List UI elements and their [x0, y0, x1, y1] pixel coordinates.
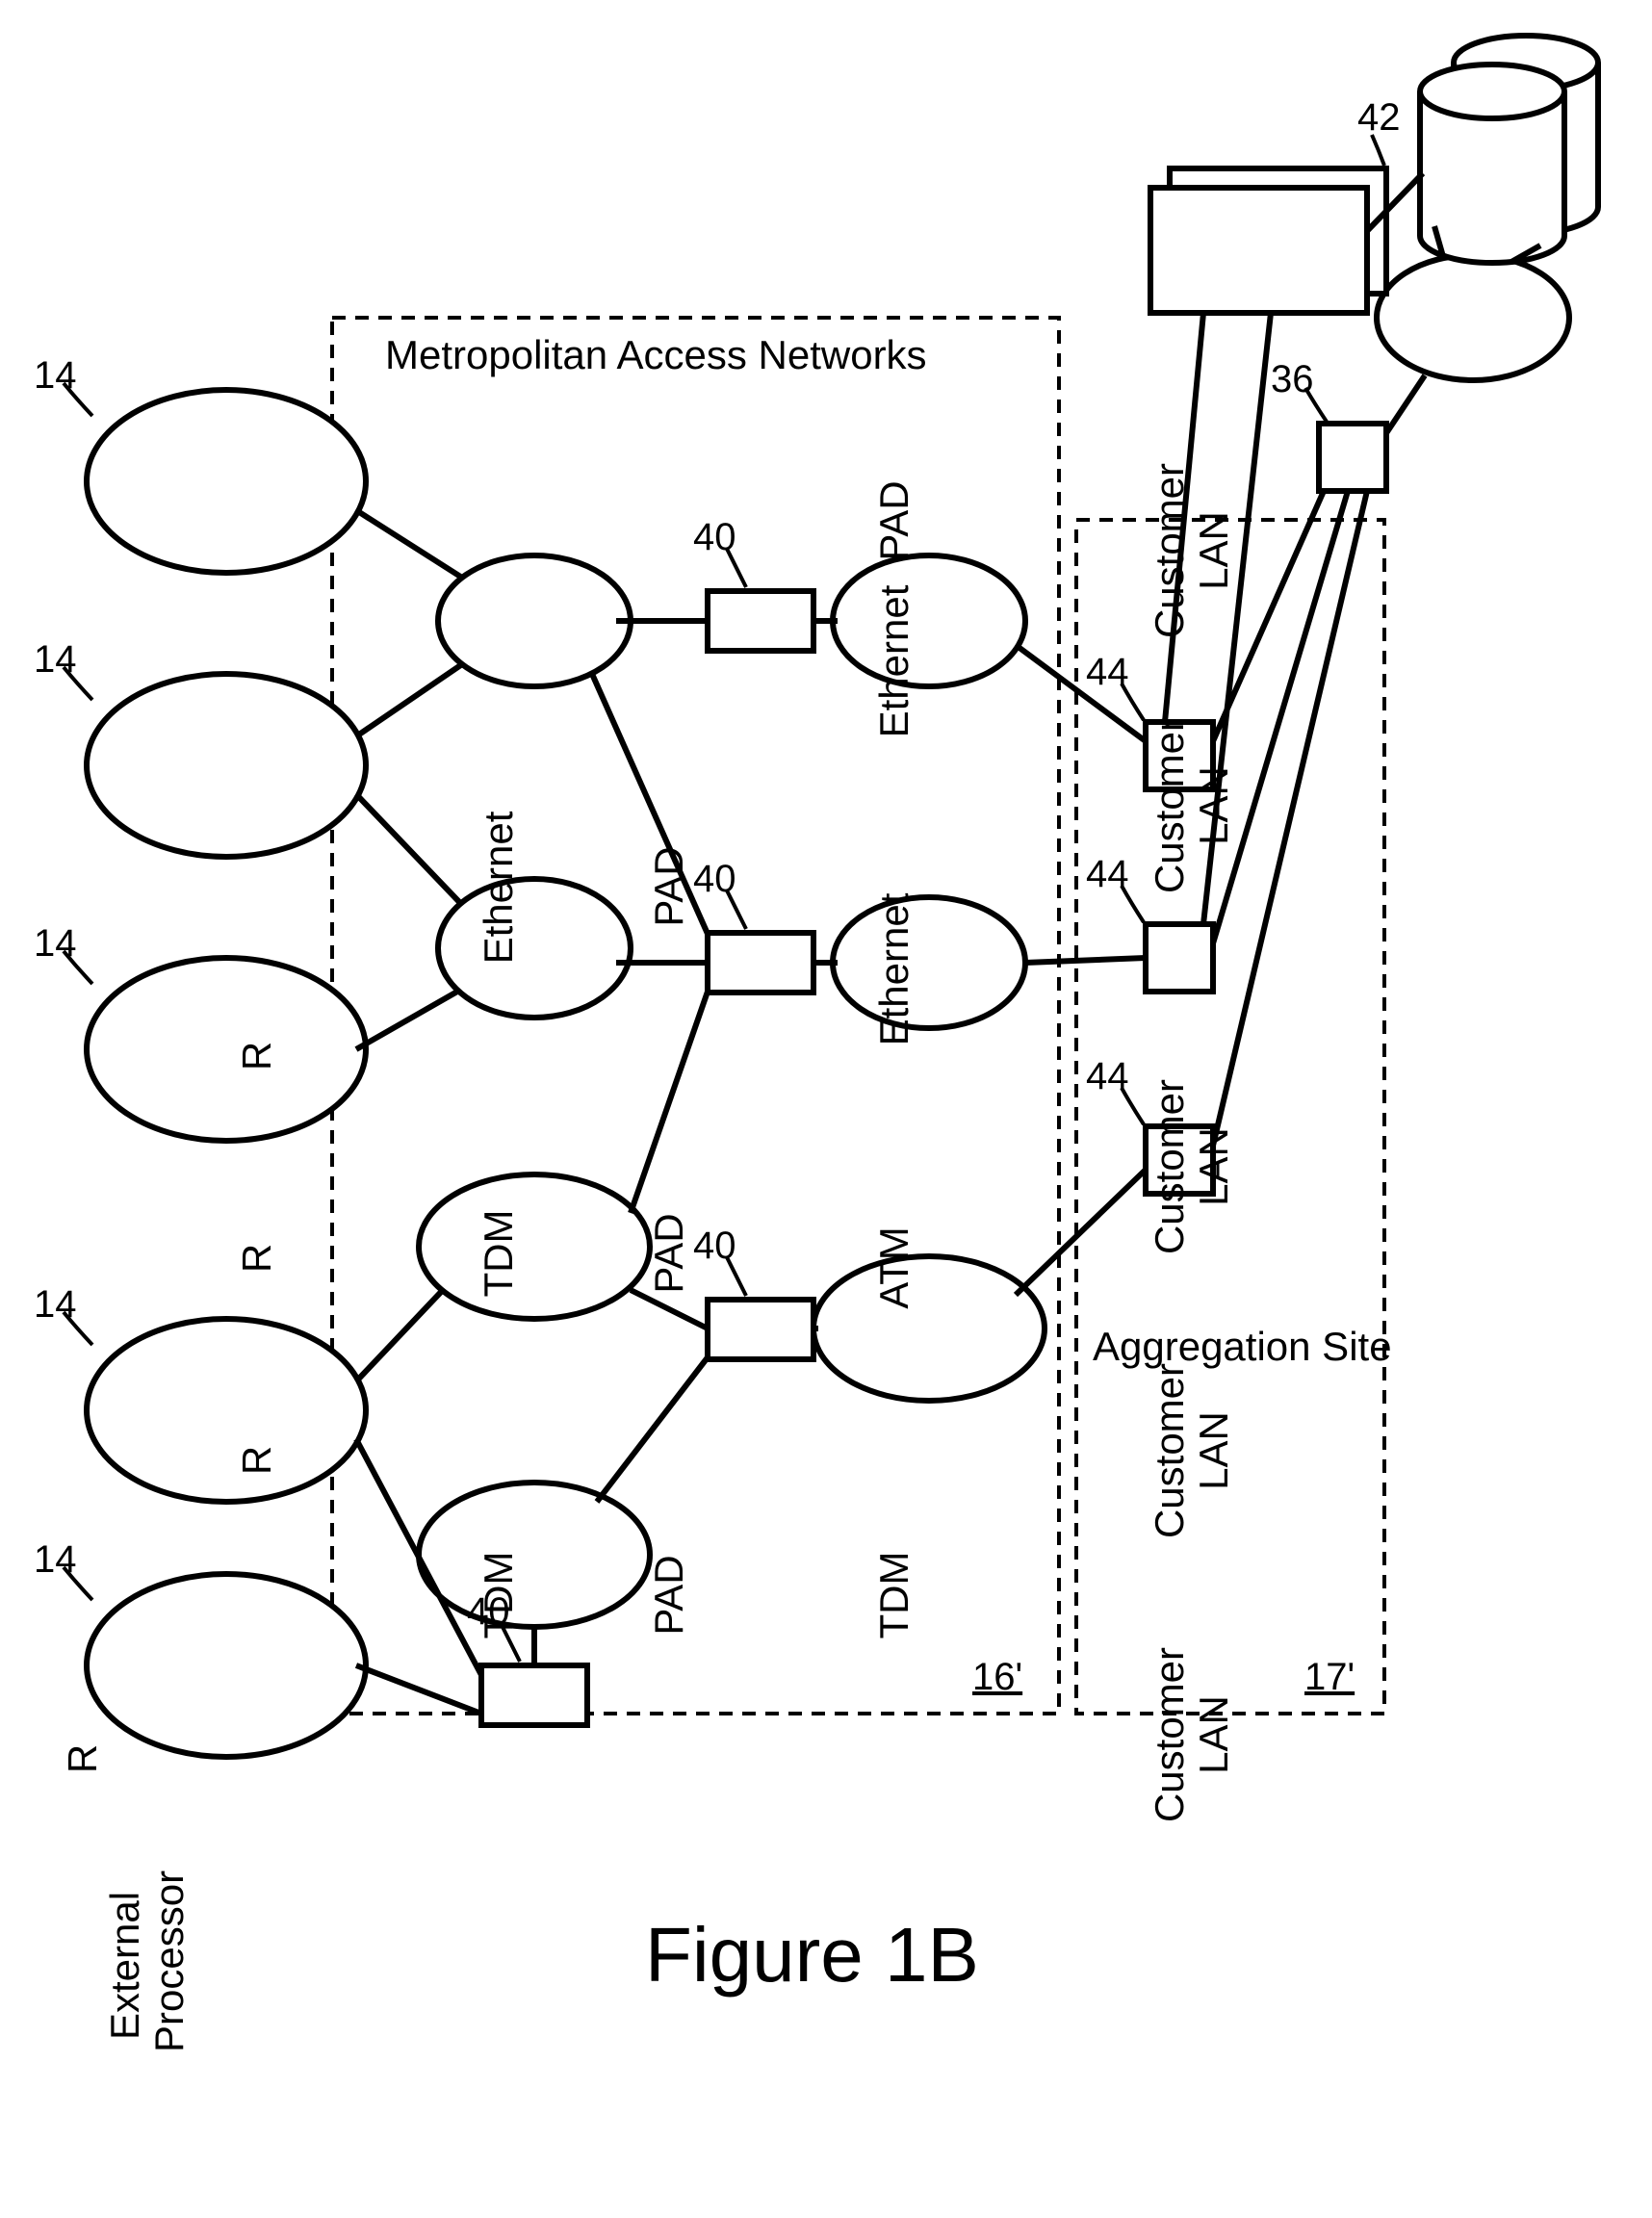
customer-lan-1-label: Customer LAN: [1148, 1643, 1236, 1826]
ethernet-right-label: Ethernet: [477, 796, 521, 979]
ethernet-left-1-label: Ethernet: [872, 878, 916, 1061]
tdm-left-label: TDM: [872, 1518, 916, 1672]
r-ref-1: 44: [1086, 651, 1129, 694]
pad-2-label: PAD: [647, 1210, 691, 1297]
cust-ref-4: 14: [34, 1283, 77, 1327]
cust-ref-2: 14: [34, 638, 77, 682]
atm-left-label: ATM: [872, 1191, 916, 1345]
pad-4-label: PAD: [872, 477, 916, 564]
pad-ref-1: 40: [693, 516, 736, 559]
r-ref-3: 44: [1086, 1055, 1129, 1098]
tdm-right-2-label: TDM: [477, 1176, 521, 1330]
pad-ref-2: 40: [693, 858, 736, 901]
pad-ref-4: 40: [467, 1590, 510, 1634]
pad-ref-3: 40: [693, 1225, 736, 1268]
customer-lan-5-label: Customer LAN: [1148, 459, 1236, 642]
customer-lan-2-label: Customer LAN: [1148, 1359, 1236, 1542]
customer-lan-4-label: Customer LAN: [1148, 714, 1236, 897]
r-core-ref: 36: [1271, 358, 1314, 401]
pad-1-label: PAD: [647, 1552, 691, 1638]
pad-3-label: PAD: [647, 843, 691, 930]
cust-ref-3: 14: [34, 922, 77, 966]
ethernet-left-2-label: Ethernet: [872, 570, 916, 753]
ext-ref: 42: [1357, 96, 1401, 140]
cust-ref-5: 14: [34, 1538, 77, 1582]
r-ref-2: 44: [1086, 853, 1129, 896]
customer-lan-3-label: Customer LAN: [1148, 1075, 1236, 1258]
cust-ref-1: 14: [34, 354, 77, 398]
